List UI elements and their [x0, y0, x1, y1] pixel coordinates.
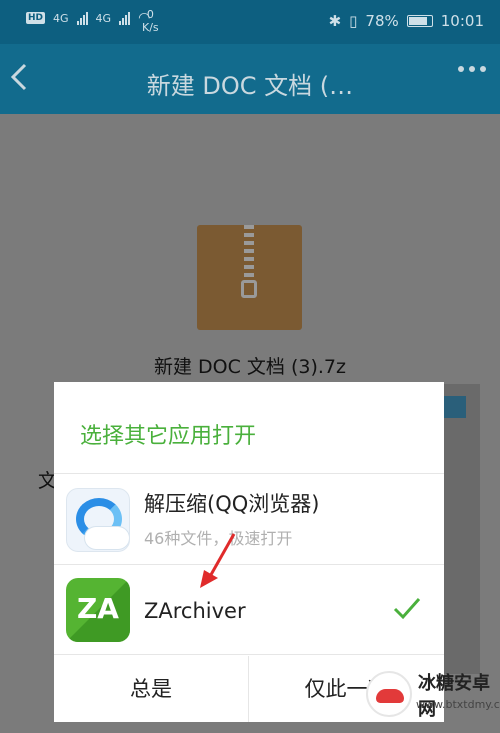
red-arrow-annotation-icon [200, 533, 236, 588]
status-left: HD 4G 4G ◠ [26, 10, 150, 26]
watermark-url: www.btxtdmy.com [416, 698, 500, 711]
status-bar: HD 4G 4G ◠ 0 K/s ✱ ▯ 78% 10:01 [0, 0, 500, 44]
zarchiver-icon: ZA [66, 578, 130, 642]
status-right: ✱ ▯ 78% 10:01 [329, 12, 484, 30]
always-button[interactable]: 总是 [54, 656, 249, 722]
app-option-qq-browser[interactable]: 解压缩(QQ浏览器) 46种文件，极速打开 [54, 475, 444, 565]
watermark: 冰糖安卓网 www.btxtdmy.com [366, 665, 500, 733]
dialog-header: 选择其它应用打开 [54, 382, 444, 474]
battery-percent: 78% [365, 12, 399, 30]
page-title: 新建 DOC 文档 (… [146, 72, 354, 100]
checkmark-icon [393, 598, 421, 620]
more-horizontal-icon[interactable] [458, 66, 486, 72]
background-card [440, 384, 480, 674]
clock: 10:01 [440, 12, 484, 30]
network-speed-value: 0 [146, 8, 154, 21]
zarchiver-icon-text: ZA [77, 592, 119, 625]
bluetooth-icon: ✱ [328, 12, 342, 30]
watermark-logo-icon [366, 671, 412, 717]
qq-browser-icon [66, 488, 130, 552]
zipper-pull-icon [241, 280, 257, 298]
zip-archive-icon [197, 225, 302, 330]
network-speed-unit: K/s [142, 21, 159, 34]
signal-icon [119, 11, 131, 25]
network-speed: 0 K/s [142, 8, 159, 34]
vibrate-icon: ▯ [349, 12, 358, 30]
hd-badge: HD [26, 12, 46, 24]
app-bar: 新建 DOC 文档 (… [0, 44, 500, 114]
network-type-a: 4G [53, 11, 69, 25]
app-name: 解压缩(QQ浏览器) [144, 492, 320, 516]
watermark-name: 冰糖安卓网 [418, 673, 490, 720]
file-name: 新建 DOC 文档 (3).7z [154, 356, 346, 378]
app-option-zarchiver[interactable]: ZA ZArchiver [54, 565, 444, 655]
battery-icon [406, 15, 433, 27]
zipper-icon [244, 225, 254, 280]
app-name: ZArchiver [144, 599, 246, 623]
network-type-b: 4G [95, 11, 112, 25]
signal-icon [76, 11, 88, 25]
dialog-title: 选择其它应用打开 [80, 424, 257, 449]
